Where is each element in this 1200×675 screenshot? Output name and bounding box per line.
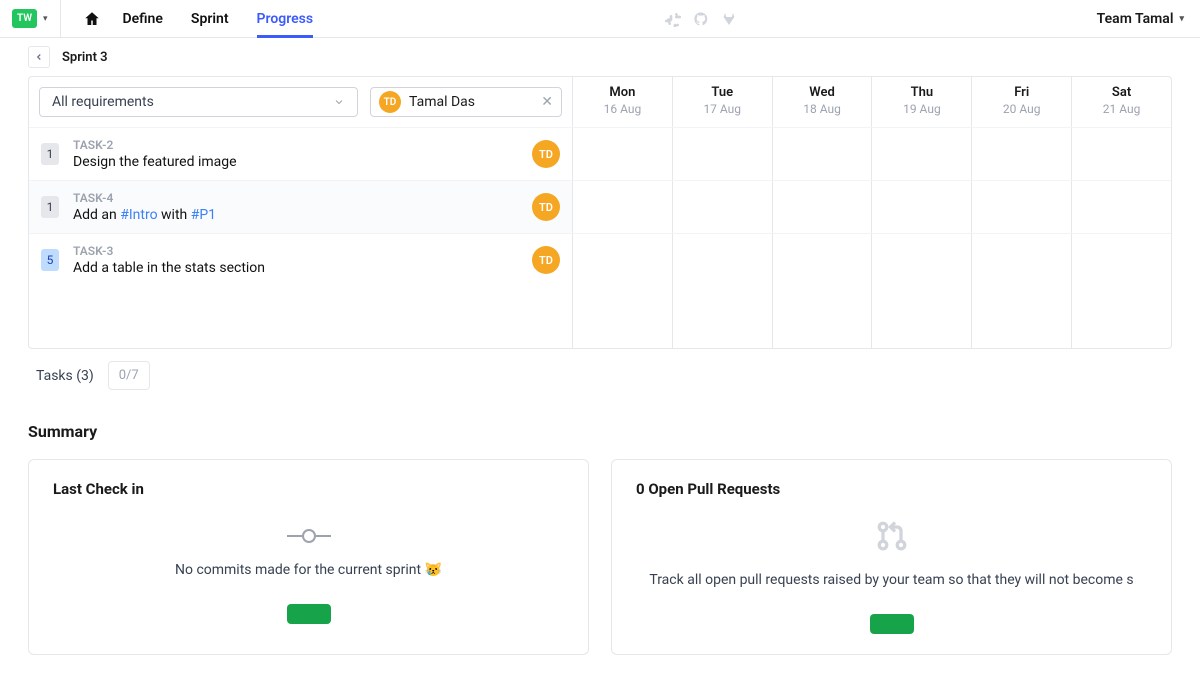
points-badge: 5: [41, 249, 59, 271]
topbar: TW ▾ Define Sprint Progress Team Tamal ▾: [0, 0, 1200, 38]
team-label: Team Tamal: [1097, 11, 1174, 27]
commit-icon: [287, 528, 331, 544]
day-column: Wed 18 Aug: [772, 77, 872, 127]
day-name: Tue: [673, 85, 772, 100]
day-date: 20 Aug: [972, 102, 1071, 116]
avatar: TD: [379, 91, 401, 113]
day-name: Thu: [872, 85, 971, 100]
checkin-message: No commits made for the current sprint 😿: [175, 562, 442, 578]
avatar[interactable]: TD: [532, 246, 560, 274]
chevron-left-icon: [34, 52, 44, 62]
day-column: Sat 21 Aug: [1071, 77, 1171, 127]
slack-icon[interactable]: [665, 11, 681, 27]
pr-action-button[interactable]: [870, 614, 914, 634]
checkin-action-button[interactable]: [287, 604, 331, 624]
tag-link[interactable]: #Intro: [120, 207, 157, 223]
day-column: Fri 20 Aug: [971, 77, 1071, 127]
task-row[interactable]: 1 TASK-4 Add an #Intro with #P1 TD: [29, 180, 1171, 233]
task-id: TASK-4: [73, 191, 518, 205]
day-date: 17 Aug: [673, 102, 772, 116]
chevron-down-icon: ▾: [1179, 14, 1184, 24]
checkin-card: Last Check in No commits made for the cu…: [28, 459, 589, 655]
points-fraction: 0/7: [108, 361, 150, 390]
assignee-filter[interactable]: TD Tamal Das ✕: [370, 87, 562, 117]
back-button[interactable]: [28, 46, 50, 68]
day-date: 16 Aug: [573, 102, 672, 116]
tab-sprint[interactable]: Sprint: [191, 0, 229, 37]
task-title: Add an #Intro with #P1: [73, 207, 518, 223]
day-name: Wed: [773, 85, 872, 100]
github-icon[interactable]: [693, 11, 709, 27]
chevron-down-icon: [333, 96, 345, 108]
day-column: Thu 19 Aug: [871, 77, 971, 127]
pr-message: Track all open pull requests raised by y…: [649, 572, 1133, 588]
tasks-count: Tasks (3): [36, 368, 94, 384]
progress-board: All requirements TD Tamal Das ✕ Mon 16 Au…: [28, 76, 1172, 349]
task-row[interactable]: 1 TASK-2 Design the featured image TD: [29, 127, 1171, 180]
task-row[interactable]: 5 TASK-3 Add a table in the stats section T…: [29, 233, 1171, 286]
clear-filter-icon[interactable]: ✕: [541, 94, 553, 110]
task-title: Design the featured image: [73, 154, 518, 170]
tab-progress[interactable]: Progress: [257, 0, 314, 37]
pull-request-icon: [874, 518, 910, 554]
tasks-summary-row: Tasks (3) 0/7: [28, 349, 1172, 402]
breadcrumb-sprint: Sprint 3: [62, 50, 108, 65]
nav-tabs: Define Sprint Progress: [123, 0, 314, 37]
day-column: Tue 17 Aug: [672, 77, 772, 127]
home-button[interactable]: [61, 10, 123, 28]
requirements-filter[interactable]: All requirements: [39, 87, 358, 117]
day-name: Sat: [1072, 85, 1171, 100]
pr-title: 0 Open Pull Requests: [636, 480, 1147, 498]
requirements-filter-label: All requirements: [52, 94, 154, 110]
assignee-name: Tamal Das: [409, 94, 533, 110]
points-badge: 1: [41, 143, 59, 165]
day-date: 18 Aug: [773, 102, 872, 116]
tag-link[interactable]: #P1: [191, 207, 216, 223]
task-id: TASK-2: [73, 138, 518, 152]
day-name: Mon: [573, 85, 672, 100]
task-id: TASK-3: [73, 244, 518, 258]
day-column: Mon 16 Aug: [572, 77, 672, 127]
day-date: 21 Aug: [1072, 102, 1171, 116]
team-dropdown[interactable]: Team Tamal ▾: [1097, 11, 1184, 27]
points-badge: 1: [41, 196, 59, 218]
home-icon: [83, 10, 101, 28]
avatar[interactable]: TD: [532, 140, 560, 168]
avatar[interactable]: TD: [532, 193, 560, 221]
workspace-initials-badge: TW: [12, 9, 37, 28]
breadcrumb: Sprint 3: [0, 38, 1200, 76]
gitlab-icon[interactable]: [721, 11, 737, 27]
task-title: Add a table in the stats section: [73, 260, 518, 276]
day-name: Fri: [972, 85, 1071, 100]
summary-heading: Summary: [28, 422, 1172, 441]
checkin-title: Last Check in: [53, 480, 564, 498]
chevron-down-icon: ▾: [43, 14, 48, 24]
summary-section: Summary Last Check in No commits made fo…: [0, 402, 1200, 675]
integration-icons: [665, 11, 737, 27]
day-date: 19 Aug: [872, 102, 971, 116]
pr-card: 0 Open Pull Requests Track all open pull…: [611, 459, 1172, 655]
workspace-selector[interactable]: TW ▾: [0, 0, 61, 37]
tab-define[interactable]: Define: [123, 0, 163, 37]
